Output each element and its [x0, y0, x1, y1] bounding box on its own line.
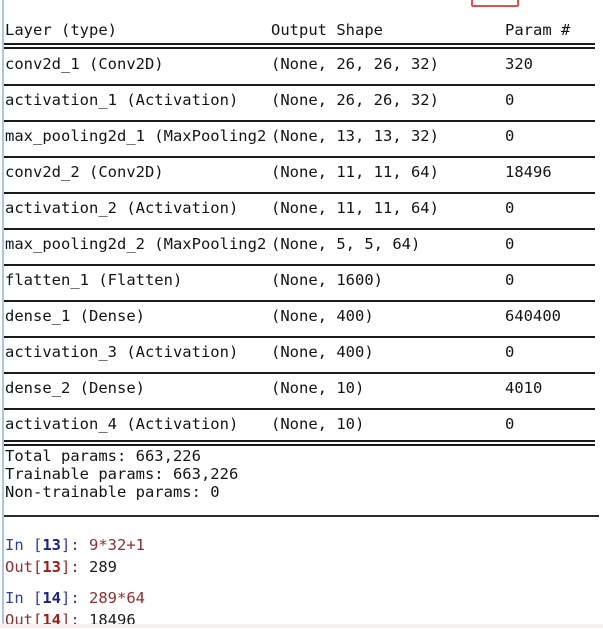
summary-cell-shape: (None, 11, 11, 64): [271, 163, 439, 181]
summary-header-shape: Output Shape: [271, 21, 383, 39]
in-cell-code[interactable]: 9*32+1: [89, 536, 145, 554]
summary-top-double-rule: [4, 43, 595, 49]
summary-cell-shape: (None, 5, 5, 64): [271, 235, 421, 253]
summary-cell-shape: (None, 400): [271, 343, 374, 361]
summary-cell-layer: max_pooling2d_1 (MaxPooling2: [5, 127, 267, 145]
summary-cell-layer: dense_1 (Dense): [5, 307, 145, 325]
summary-cell-shape: (None, 1600): [271, 271, 383, 289]
summary-header-layer: Layer (type): [5, 21, 117, 39]
summary-cell-layer: activation_4 (Activation): [5, 415, 239, 433]
total-params-line: Total params: 663,226: [5, 447, 201, 465]
table-row: activation_1 (Activation) (None, 26, 26,…: [0, 88, 603, 113]
in-prompt-line[interactable]: In [14]: 289*64: [5, 589, 145, 607]
out-prompt-line: Out[13]: 289: [5, 558, 117, 576]
bottom-edge-band: [0, 624, 603, 628]
in-prompt-label: In [: [5, 536, 43, 554]
table-row: flatten_1 (Flatten) (None, 1600) 0: [0, 268, 603, 293]
out-prompt-number: 13: [42, 558, 61, 576]
table-row: conv2d_1 (Conv2D) (None, 26, 26, 32) 320: [0, 52, 603, 77]
summary-row-rule: [4, 120, 595, 122]
summary-row-rule: [4, 300, 595, 302]
table-row: activation_4 (Activation) (None, 10) 0: [0, 412, 603, 437]
summary-row-rule: [4, 336, 595, 338]
in-prompt-line[interactable]: In [13]: 9*32+1: [5, 536, 145, 554]
out-prompt-close: ]:: [61, 558, 89, 576]
table-row: conv2d_2 (Conv2D) (None, 11, 11, 64) 184…: [0, 160, 603, 185]
table-row: dense_1 (Dense) (None, 400) 640400: [0, 304, 603, 329]
table-row: activation_3 (Activation) (None, 400) 0: [0, 340, 603, 365]
table-row: activation_2 (Activation) (None, 11, 11,…: [0, 196, 603, 221]
out-cell-value: 289: [89, 558, 117, 576]
summary-cell-param: 4010: [505, 379, 543, 397]
summary-header-param: Param #: [505, 21, 571, 39]
summary-cell-shape: (None, 11, 11, 64): [271, 199, 439, 217]
summary-cell-layer: flatten_1 (Flatten): [5, 271, 183, 289]
summary-cell-layer: dense_2 (Dense): [5, 379, 145, 397]
summary-row-rule: [4, 408, 595, 410]
summary-cell-param: 320: [505, 55, 533, 73]
in-prompt-close: ]:: [61, 589, 89, 607]
summary-cell-shape: (None, 10): [271, 415, 365, 433]
trainable-params-line: Trainable params: 663,226: [5, 465, 239, 483]
in-prompt-number: 13: [42, 536, 61, 554]
summary-cell-param: 18496: [505, 163, 552, 181]
in-prompt-close: ]:: [61, 536, 89, 554]
summary-cell-shape: (None, 26, 26, 32): [271, 91, 439, 109]
summary-cell-param: 0: [505, 127, 515, 145]
summary-cell-param: 640400: [505, 307, 561, 325]
summary-cell-param: 0: [505, 343, 515, 361]
summary-row-rule: [4, 156, 595, 158]
summary-row-rule: [4, 264, 595, 266]
notebook-cell-gutter: [2, 0, 4, 628]
summary-cell-layer: conv2d_1 (Conv2D): [5, 55, 164, 73]
table-row: max_pooling2d_1 (MaxPooling2 (None, 13, …: [0, 124, 603, 149]
non-trainable-params-line: Non-trainable params: 0: [5, 483, 220, 501]
table-row: dense_2 (Dense) (None, 10) 4010: [0, 376, 603, 401]
summary-cell-layer: activation_3 (Activation): [5, 343, 239, 361]
summary-cell-param: 0: [505, 415, 515, 433]
summary-cell-param: 0: [505, 199, 515, 217]
summary-cell-param: 0: [505, 91, 515, 109]
summary-cell-layer: max_pooling2d_2 (MaxPooling2: [5, 235, 267, 253]
table-row: max_pooling2d_2 (MaxPooling2 (None, 5, 5…: [0, 232, 603, 257]
summary-cell-shape: (None, 400): [271, 307, 374, 325]
summary-cell-param: 0: [505, 235, 515, 253]
summary-row-rule: [4, 84, 595, 86]
summary-cell-param: 0: [505, 271, 515, 289]
summary-cell-layer: activation_2 (Activation): [5, 199, 239, 217]
red-highlight-box: [471, 0, 519, 7]
summary-cell-layer: activation_1 (Activation): [5, 91, 239, 109]
in-prompt-label: In [: [5, 589, 43, 607]
cell-separator: [4, 515, 599, 517]
summary-cell-shape: (None, 26, 26, 32): [271, 55, 439, 73]
summary-cell-layer: conv2d_2 (Conv2D): [5, 163, 164, 181]
in-cell-code[interactable]: 289*64: [89, 589, 145, 607]
notebook-output-area: Layer (type) Output Shape Param # conv2d…: [0, 0, 603, 629]
summary-row-rule: [4, 228, 595, 230]
summary-header-row: Layer (type) Output Shape Param #: [0, 18, 603, 43]
out-prompt-label: Out[: [5, 558, 43, 576]
summary-row-rule: [4, 192, 595, 194]
summary-cell-shape: (None, 10): [271, 379, 365, 397]
in-prompt-number: 14: [42, 589, 61, 607]
summary-cell-shape: (None, 13, 13, 32): [271, 127, 439, 145]
summary-bottom-double-rule: [4, 440, 595, 446]
summary-row-rule: [4, 372, 595, 374]
